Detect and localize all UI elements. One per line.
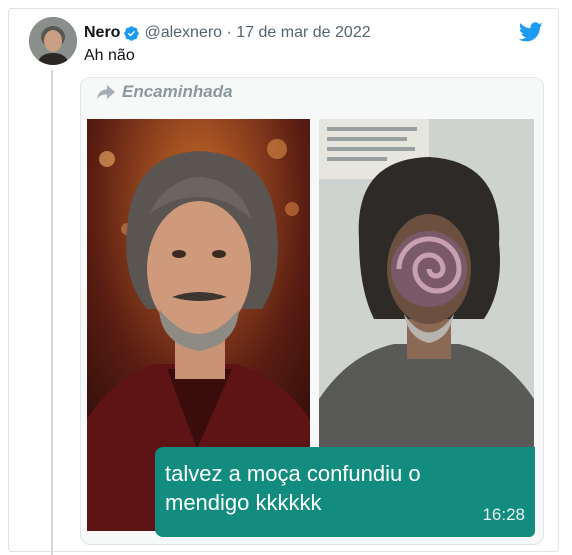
tweet-header: Nero @alexnero · 17 de mar de 2022 <box>84 24 371 42</box>
avatar[interactable] <box>29 17 77 65</box>
twitter-bird-icon[interactable] <box>519 20 543 44</box>
message-time: 16:28 <box>482 505 525 524</box>
avatar-portrait-image <box>29 17 77 65</box>
thread-line <box>51 70 53 555</box>
forwarded-label: Encaminhada <box>96 82 233 102</box>
forward-arrow-icon <box>97 85 115 99</box>
forwarded-text: Encaminhada <box>122 82 233 101</box>
tweet-text: Ah não <box>84 47 135 64</box>
verified-badge-icon <box>124 25 140 41</box>
author-name[interactable]: Nero <box>84 24 120 42</box>
message-bubble: talvez a moça confundiu o mendigo kkkkkk… <box>155 447 535 537</box>
handle-and-date[interactable]: @alexnero · 17 de mar de 2022 <box>144 24 370 42</box>
message-text: talvez a moça confundiu o mendigo kkkkkk <box>165 461 421 515</box>
